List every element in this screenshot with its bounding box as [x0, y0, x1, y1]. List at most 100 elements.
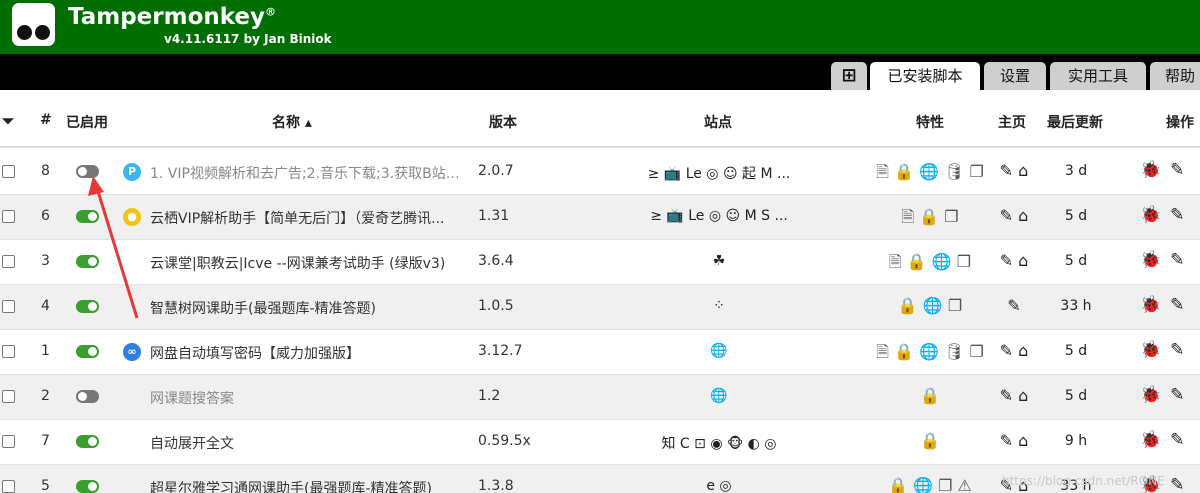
script-name-link[interactable]: 云课堂|职教云|Icve --网课兼考试助手 (绿版v3) [150, 253, 466, 273]
enable-toggle[interactable] [76, 210, 99, 223]
row-select-checkbox[interactable] [2, 255, 15, 268]
edit-icon[interactable]: ✎ [1170, 295, 1184, 315]
header-actions: 操作 [1166, 115, 1194, 131]
header-enabled[interactable]: 已启用 [66, 112, 108, 132]
last-updated[interactable]: 33 h [1040, 298, 1112, 314]
last-updated[interactable]: 5 d [1040, 208, 1112, 224]
row-select-checkbox[interactable] [2, 210, 15, 223]
bug-icon[interactable]: 🐞 [1140, 250, 1161, 270]
homepage-icons[interactable]: ✎ ⌂ [990, 386, 1038, 405]
last-updated[interactable]: 5 d [1040, 253, 1112, 269]
tab-new-script[interactable]: ⊞ [831, 62, 867, 90]
script-icon: ● [123, 208, 141, 226]
homepage-icons[interactable]: ✎ ⌂ [990, 206, 1038, 225]
logo-eye-right [35, 25, 50, 40]
script-version: 0.59.5x [478, 433, 531, 449]
toggle-knob [88, 302, 97, 311]
row-select-checkbox[interactable] [2, 165, 15, 178]
homepage-icons[interactable]: ✎ ⌂ [990, 341, 1038, 360]
site-icons: 知 C ⊡ ◉ 🐵 ◐ ◎ [661, 436, 777, 452]
enable-toggle[interactable] [76, 165, 99, 178]
tab-installed-scripts[interactable]: 已安装脚本 [870, 62, 980, 90]
feature-icons: 🔒 [920, 431, 940, 450]
enable-toggle[interactable] [76, 345, 99, 358]
feature-icons: 🗎 🔒 ❐ [901, 207, 959, 226]
edit-icon[interactable]: ✎ [1170, 475, 1184, 493]
tab-bar: ⊞ 已安装脚本 设置 实用工具 帮助 [0, 54, 1200, 90]
edit-icon[interactable]: ✎ [1170, 385, 1184, 405]
bug-icon[interactable]: 🐞 [1140, 430, 1161, 450]
table-header: ⏷ # 已启用 名称 ▴ 版本 站点 特性 主页 最后更新 操作 [0, 90, 1200, 148]
bug-icon[interactable]: 🐞 [1140, 205, 1161, 225]
script-name-link[interactable]: 智慧树网课助手(最强题库-精准答题) [150, 298, 466, 318]
row-actions: 🐞 ✎ [1140, 430, 1193, 450]
feature-icons: 🗎 🔒 🌐 ❐ [888, 252, 972, 271]
bug-icon[interactable]: 🐞 [1140, 295, 1161, 315]
feature-icons: 🔒 🌐 ❐ ⚠ [888, 476, 972, 493]
script-number: 2 [41, 388, 50, 404]
toggle-knob [78, 392, 87, 401]
table-row: 1 ∞ 网盘自动填写密码【威力加强版】 3.12.7 🌐 🗎 🔒 🌐 🛢 ❐ ✎… [0, 330, 1200, 375]
script-version: 1.3.8 [478, 478, 514, 493]
enable-toggle[interactable] [76, 435, 99, 448]
row-select-checkbox[interactable] [2, 300, 15, 313]
feature-icons: 🗎 🔒 🌐 🛢 ❐ [876, 162, 984, 181]
tab-help[interactable]: 帮助 [1150, 62, 1200, 90]
header-last-updated[interactable]: 最后更新 [1047, 112, 1103, 132]
script-version: 1.31 [478, 208, 510, 224]
header-name[interactable]: 名称 ▴ [272, 112, 312, 132]
feature-icons: 🔒 [920, 386, 940, 405]
script-version: 3.6.4 [478, 253, 514, 269]
tab-settings[interactable]: 设置 [984, 62, 1046, 90]
header-num[interactable]: # [40, 112, 52, 128]
last-updated[interactable]: 3 d [1040, 163, 1112, 179]
header-version[interactable]: 版本 [489, 112, 517, 132]
row-select-checkbox[interactable] [2, 345, 15, 358]
bug-icon[interactable]: 🐞 [1140, 160, 1161, 180]
script-number: 7 [41, 433, 50, 449]
table-row: 4 智慧树网课助手(最强题库-精准答题) 1.0.5 ⁘ 🔒 🌐 ❐ ✎ 33 … [0, 285, 1200, 330]
header-homepage[interactable]: 主页 [998, 112, 1026, 132]
enable-toggle[interactable] [76, 480, 99, 493]
script-name-link[interactable]: 超星尔雅学习通网课助手(最强题库-精准答题) [150, 478, 466, 493]
bug-icon[interactable]: 🐞 [1140, 340, 1161, 360]
toggle-knob [88, 482, 97, 491]
script-name-link[interactable]: 网盘自动填写密码【威力加强版】 [150, 343, 466, 363]
edit-icon[interactable]: ✎ [1170, 340, 1184, 360]
edit-icon[interactable]: ✎ [1170, 160, 1184, 180]
enable-toggle[interactable] [76, 255, 99, 268]
header-features[interactable]: 特性 [916, 112, 944, 132]
header-sites[interactable]: 站点 [704, 112, 732, 132]
row-select-checkbox[interactable] [2, 435, 15, 448]
tab-utilities[interactable]: 实用工具 [1050, 62, 1146, 90]
row-select-checkbox[interactable] [2, 390, 15, 403]
script-name-link[interactable]: 1. VIP视频解析和去广告;2.音乐下载;3.获取B站封... [150, 163, 466, 183]
edit-icon[interactable]: ✎ [1170, 250, 1184, 270]
homepage-icons[interactable]: ✎ ⌂ [990, 431, 1038, 450]
enable-toggle[interactable] [76, 390, 99, 403]
homepage-icons[interactable]: ✎ ⌂ [990, 251, 1038, 270]
watermark: https://blog.csdn.net/RONE [1002, 474, 1165, 488]
script-name-link[interactable]: 云栖VIP解析助手【简单无后门】（爱奇艺腾讯... [150, 208, 466, 228]
last-updated[interactable]: 5 d [1040, 388, 1112, 404]
table-row: 2 网课题搜答案 1.2 🌐 🔒 ✎ ⌂ 5 d 🐞 ✎ [0, 375, 1200, 420]
homepage-icons[interactable]: ✎ [990, 296, 1038, 315]
table-row: 3 云课堂|职教云|Icve --网课兼考试助手 (绿版v3) 3.6.4 ☘ … [0, 240, 1200, 285]
last-updated[interactable]: 9 h [1040, 433, 1112, 449]
feature-icons: 🔒 🌐 ❐ [897, 296, 963, 315]
homepage-icons[interactable]: ✎ ⌂ [990, 161, 1038, 180]
script-number: 6 [41, 208, 50, 224]
last-updated[interactable]: 5 d [1040, 343, 1112, 359]
script-icon: ∞ [123, 343, 141, 361]
edit-icon[interactable]: ✎ [1170, 205, 1184, 225]
app-version: v4.11.6117 by Jan Biniok [164, 32, 332, 46]
filter-icon[interactable]: ⏷ [2, 112, 14, 130]
edit-icon[interactable]: ✎ [1170, 430, 1184, 450]
script-name-link[interactable]: 自动展开全文 [150, 433, 466, 453]
script-number: 4 [41, 298, 50, 314]
script-name-link[interactable]: 网课题搜答案 [150, 388, 466, 408]
enable-toggle[interactable] [76, 300, 99, 313]
row-select-checkbox[interactable] [2, 480, 15, 493]
script-version: 1.2 [478, 388, 501, 404]
bug-icon[interactable]: 🐞 [1140, 385, 1161, 405]
